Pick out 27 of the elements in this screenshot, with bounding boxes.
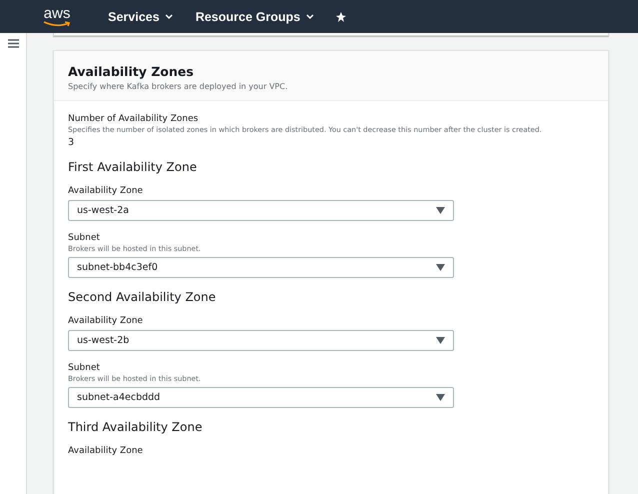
caret-down-icon (436, 394, 445, 401)
logo[interactable]: aws (42, 6, 72, 26)
field-label: Availability Zone (68, 186, 144, 196)
field-label: Availability Zone (68, 316, 144, 326)
card-title: Availability Zones (68, 64, 195, 79)
chevron-down-icon (165, 14, 174, 20)
smile-arrow-icon (43, 20, 71, 26)
menu-icon[interactable] (8, 39, 18, 48)
field-label: Subnet (68, 363, 101, 373)
dropdown-select[interactable]: subnet-bb4c3ef0 (68, 257, 454, 278)
field-label: Subnet (68, 233, 101, 243)
field-label: Availability Zone (68, 446, 144, 456)
dropdown-select[interactable]: us-west-2a (68, 200, 454, 221)
section-heading: Third Availability Zone (68, 420, 204, 434)
section-heading: First Availability Zone (68, 160, 198, 174)
caret-down-icon (436, 207, 445, 214)
section-heading: Second Availability Zone (68, 290, 217, 304)
card-description: Specify where Kafka brokers are deployed in your VPC. (68, 82, 289, 91)
caret-down-icon (436, 264, 445, 271)
nav-menu[interactable]: Resource Groups (195, 10, 314, 24)
caret-down-icon (436, 337, 445, 344)
dropdown-select[interactable]: us-west-2b (68, 330, 454, 351)
dropdown-select[interactable]: subnet-a4ecbddd (68, 387, 454, 408)
nav-menu[interactable]: Services (108, 10, 174, 24)
chevron-down-icon (306, 14, 314, 20)
zone-count-value: 3 (68, 137, 76, 148)
field-label: Number of Availability Zones (68, 114, 200, 124)
